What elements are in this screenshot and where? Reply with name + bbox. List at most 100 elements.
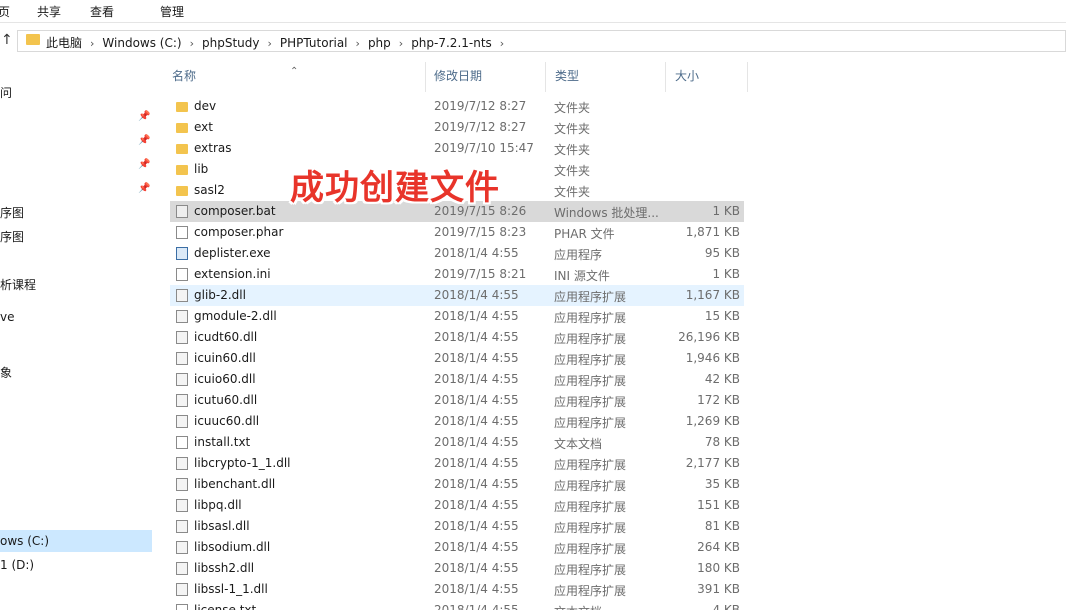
breadcrumb-chevron-icon[interactable]: ›: [268, 37, 272, 50]
sidebar-item[interactable]: 📌: [0, 178, 152, 200]
file-name: sasl2: [194, 183, 225, 197]
sidebar-item[interactable]: ows (C:): [0, 530, 152, 552]
file-date: 2018/1/4 4:55: [434, 372, 519, 386]
file-type: 文件夹: [554, 164, 591, 178]
column-header-date[interactable]: 修改日期: [424, 62, 546, 92]
column-header-size[interactable]: 大小: [665, 62, 748, 92]
file-row[interactable]: icutu60.dll 2018/1/4 4:55 应用程序扩展 172 KB: [170, 390, 744, 411]
sort-up-icon: ⌃: [290, 66, 299, 77]
sidebar-item[interactable]: 析课程: [0, 274, 152, 296]
file-row[interactable]: dev 2019/7/12 8:27 文件夹: [170, 96, 744, 117]
pin-icon[interactable]: 📌: [138, 178, 150, 200]
file-row[interactable]: gmodule-2.dll 2018/1/4 4:55 应用程序扩展 15 KB: [170, 306, 744, 327]
file-type: 文件夹: [554, 101, 591, 115]
pin-icon[interactable]: 📌: [138, 106, 150, 128]
file-row[interactable]: libsasl.dll 2018/1/4 4:55 应用程序扩展 81 KB: [170, 516, 744, 537]
file-date: 2018/1/4 4:55: [434, 603, 519, 610]
address-bar-area: ↑ 此电脑 › Windows (C:) › phpStudy › PHPTutorial ›…: [0, 29, 1066, 55]
file-row[interactable]: libenchant.dll 2018/1/4 4:55 应用程序扩展 35 KB: [170, 474, 744, 495]
sidebar-item[interactable]: 1 (D:): [0, 554, 152, 576]
column-header-type[interactable]: 类型: [545, 62, 666, 92]
column-header-type-label: 类型: [555, 69, 580, 83]
dll-file-icon: [176, 478, 188, 491]
file-file-icon: [176, 226, 188, 239]
file-row[interactable]: icuin60.dll 2018/1/4 4:55 应用程序扩展 1,946 KB: [170, 348, 744, 369]
file-date: 2019/7/15 8:21: [434, 267, 527, 281]
breadcrumb: 此电脑 › Windows (C:) › phpStudy › PHPTutorial › ph…: [46, 34, 512, 51]
file-name: libcrypto-1_1.dll: [194, 456, 291, 470]
breadcrumb-item[interactable]: Windows (C:): [102, 36, 181, 50]
file-row[interactable]: libcrypto-1_1.dll 2018/1/4 4:55 应用程序扩展 2,17…: [170, 453, 744, 474]
column-header-name-label: 名称: [172, 69, 197, 83]
sidebar-item[interactable]: 📌: [0, 130, 152, 152]
sidebar-item-label: ve: [0, 310, 15, 324]
file-row[interactable]: glib-2.dll 2018/1/4 4:55 应用程序扩展 1,167 KB: [170, 285, 744, 306]
file-row[interactable]: icuuc60.dll 2018/1/4 4:55 应用程序扩展 1,269 KB: [170, 411, 744, 432]
file-row[interactable]: license.txt 2018/1/4 4:55 文本文档 4 KB: [170, 600, 744, 610]
breadcrumb-chevron-icon[interactable]: ›: [356, 37, 360, 50]
breadcrumb-chevron-icon[interactable]: ›: [399, 37, 403, 50]
sidebar-item[interactable]: [0, 338, 152, 360]
file-row[interactable]: composer.phar 2019/7/15 8:23 PHAR 文件 1,871 …: [170, 222, 744, 243]
file-row[interactable]: extras 2019/7/10 15:47 文件夹: [170, 138, 744, 159]
breadcrumb-item[interactable]: 此电脑: [46, 36, 82, 50]
file-date: 2018/1/4 4:55: [434, 456, 519, 470]
file-row[interactable]: icuio60.dll 2018/1/4 4:55 应用程序扩展 42 KB: [170, 369, 744, 390]
pin-icon[interactable]: 📌: [138, 130, 150, 152]
file-row[interactable]: libssh2.dll 2018/1/4 4:55 应用程序扩展 180 KB: [170, 558, 744, 579]
breadcrumb-chevron-icon[interactable]: ›: [190, 37, 194, 50]
file-date: 2018/1/4 4:55: [434, 582, 519, 596]
file-date: 2018/1/4 4:55: [434, 246, 519, 260]
file-row[interactable]: icudt60.dll 2018/1/4 4:55 应用程序扩展 26,196 KB: [170, 327, 744, 348]
breadcrumb-item[interactable]: php: [368, 36, 391, 50]
sidebar-item-label: 象: [0, 366, 13, 380]
breadcrumb-chevron-icon[interactable]: ›: [90, 37, 94, 50]
sidebar-item[interactable]: 问: [0, 82, 152, 104]
ribbon-tab-manage[interactable]: 管理: [160, 3, 184, 20]
sidebar-item[interactable]: 📌: [0, 154, 152, 176]
address-bar[interactable]: 此电脑 › Windows (C:) › phpStudy › PHPTutorial › ph…: [17, 30, 1066, 52]
file-size: 180 KB: [697, 561, 740, 575]
file-type: 文本文档: [554, 603, 602, 610]
dll-file-icon: [176, 352, 188, 365]
column-header-name[interactable]: 名称 ⌃: [162, 62, 426, 92]
sidebar-item[interactable]: 序图: [0, 226, 152, 248]
file-row[interactable]: install.txt 2018/1/4 4:55 文本文档 78 KB: [170, 432, 744, 453]
file-name: composer.phar: [194, 225, 284, 239]
file-row[interactable]: libpq.dll 2018/1/4 4:55 应用程序扩展 151 KB: [170, 495, 744, 516]
sidebar-item[interactable]: ve: [0, 306, 152, 328]
file-type: 应用程序扩展: [554, 584, 627, 598]
ribbon-tab-home[interactable]: 页: [0, 3, 10, 20]
file-type: Windows 批处理...: [554, 206, 659, 220]
file-file-icon: [176, 604, 188, 610]
sidebar-item[interactable]: 📌: [0, 106, 152, 128]
breadcrumb-item[interactable]: PHPTutorial: [280, 36, 348, 50]
dll-file-icon: [176, 310, 188, 323]
up-arrow-icon[interactable]: ↑: [1, 32, 13, 48]
ribbon-tab-share[interactable]: 共享: [37, 3, 61, 20]
file-type: 文件夹: [554, 143, 591, 157]
file-name: libsasl.dll: [194, 519, 250, 533]
file-size: 151 KB: [697, 498, 740, 512]
file-row[interactable]: ext 2019/7/12 8:27 文件夹: [170, 117, 744, 138]
breadcrumb-chevron-icon[interactable]: ›: [500, 37, 504, 50]
breadcrumb-item[interactable]: php-7.2.1-nts: [411, 36, 492, 50]
file-row[interactable]: deplister.exe 2018/1/4 4:55 应用程序 95 KB: [170, 243, 744, 264]
pin-icon[interactable]: 📌: [138, 154, 150, 176]
file-name: libsodium.dll: [194, 540, 271, 554]
breadcrumb-item[interactable]: phpStudy: [202, 36, 260, 50]
sidebar-item[interactable]: 序图: [0, 202, 152, 224]
file-name: gmodule-2.dll: [194, 309, 277, 323]
sidebar-item[interactable]: 象: [0, 362, 152, 384]
file-date: 2018/1/4 4:55: [434, 477, 519, 491]
file-file-icon: [176, 436, 188, 449]
file-row[interactable]: libsodium.dll 2018/1/4 4:55 应用程序扩展 264 KB: [170, 537, 744, 558]
dll-file-icon: [176, 499, 188, 512]
ribbon-tab-view[interactable]: 查看: [90, 3, 114, 20]
file-size: 15 KB: [704, 309, 740, 323]
file-row[interactable]: libssl-1_1.dll 2018/1/4 4:55 应用程序扩展 391 KB: [170, 579, 744, 600]
file-type: 应用程序扩展: [554, 290, 627, 304]
column-header-date-label: 修改日期: [434, 69, 483, 83]
file-row[interactable]: extension.ini 2019/7/15 8:21 INI 源文件 1 KB: [170, 264, 744, 285]
file-type: 应用程序扩展: [554, 458, 627, 472]
